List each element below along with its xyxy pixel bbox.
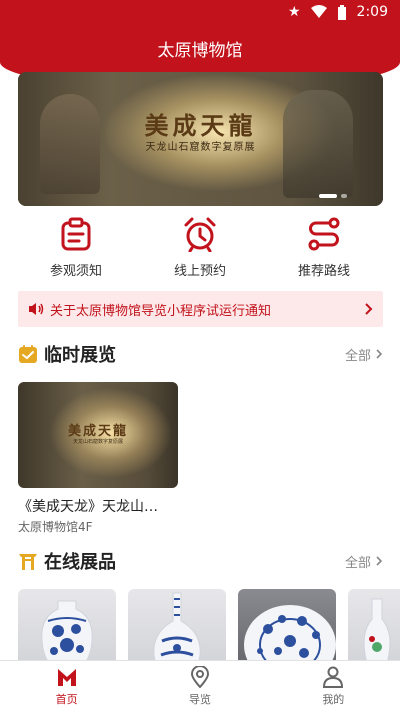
section-title: 在线展品: [44, 552, 116, 573]
chevron-right-icon: [365, 303, 373, 315]
notice-bar[interactable]: 关于太原博物馆导览小程序试运行通知: [18, 291, 383, 327]
home-m-icon: [57, 668, 76, 686]
status-time: 2:09: [356, 4, 388, 20]
banner-calligraphy: 美成天龍: [144, 111, 257, 140]
exhibition-title: 《美成天龙》天龙山…: [18, 499, 158, 515]
exhibition-thumbnail: 美成天龍 天龙山石窟数字复原展: [18, 382, 178, 488]
tab-label: 首页: [55, 692, 78, 706]
product-card[interactable]: [348, 589, 400, 661]
pagination-dot-active[interactable]: [319, 194, 337, 198]
route-icon: [308, 217, 340, 251]
quick-action-label: 线上预约: [173, 264, 226, 279]
section-temp-exhibitions: 临时展览 全部: [18, 341, 383, 367]
hero-banner[interactable]: 美成天龍 天龙山石窟数字复原展: [18, 72, 383, 206]
bottom-tabbar: 首页 导览 我的: [0, 660, 400, 711]
section-title: 临时展览: [44, 345, 116, 366]
alarm-clock-icon: [184, 217, 216, 252]
calendar-check-icon: [19, 345, 37, 363]
quick-actions: 参观须知 线上预约 推荐路线: [0, 216, 400, 282]
clipboard-icon: [61, 217, 91, 251]
tab-home[interactable]: 首页: [0, 661, 133, 711]
pagination-dot[interactable]: [341, 194, 347, 198]
blue-white-plate-icon: [244, 605, 336, 661]
star-icon: ★: [287, 4, 301, 20]
product-card[interactable]: [128, 589, 226, 661]
view-all-label: 全部: [344, 348, 371, 364]
battery-icon: [337, 4, 346, 20]
blue-white-bottle-vase-icon: [153, 592, 201, 661]
status-bar: ★ 2:09: [0, 0, 400, 24]
view-all-link[interactable]: 全部: [345, 552, 383, 571]
section-online-products: 在线展品 全部: [18, 548, 383, 574]
page-title: 太原博物馆: [157, 41, 243, 61]
product-card[interactable]: [18, 589, 116, 661]
location-pin-icon: [190, 665, 209, 688]
banner-subtitle: 天龙山石窟数字复原展: [145, 142, 256, 153]
view-all-link[interactable]: 全部: [345, 345, 383, 364]
product-card[interactable]: [238, 589, 336, 661]
tab-profile[interactable]: 我的: [267, 661, 400, 711]
notice-text: 关于太原博物馆导览小程序试运行通知: [50, 303, 272, 319]
exhibition-location: 太原博物馆4F: [18, 520, 93, 534]
tab-label: 导览: [188, 692, 211, 706]
quick-action-label: 推荐路线: [297, 264, 350, 279]
wifi-icon: [310, 5, 327, 18]
blue-white-vase-icon: [41, 600, 93, 661]
quick-action-online-booking[interactable]: 线上预约: [145, 216, 255, 282]
thumbnail-calligraphy: 美成天龍: [67, 424, 128, 439]
chevron-right-icon: [376, 349, 383, 359]
pavilion-icon: [19, 554, 37, 570]
user-icon: [323, 666, 344, 688]
banner-pagination: [319, 194, 347, 198]
thumbnail-subtitle: 天龙山石窟数字复原展: [72, 439, 123, 445]
tab-guide[interactable]: 导览: [133, 661, 266, 711]
chevron-right-icon: [376, 556, 383, 566]
porcelain-vase-icon: [363, 598, 391, 661]
tab-label: 我的: [322, 692, 345, 706]
product-carousel[interactable]: [18, 589, 400, 661]
view-all-label: 全部: [344, 555, 371, 571]
quick-action-recommended-route[interactable]: 推荐路线: [269, 216, 379, 282]
quick-action-label: 参观须知: [49, 264, 102, 279]
exhibition-card[interactable]: 美成天龍 天龙山石窟数字复原展 《美成天龙》天龙山… 太原博物馆4F: [18, 382, 178, 535]
speaker-icon: [29, 303, 44, 315]
quick-action-visit-notes[interactable]: 参观须知: [21, 216, 131, 282]
